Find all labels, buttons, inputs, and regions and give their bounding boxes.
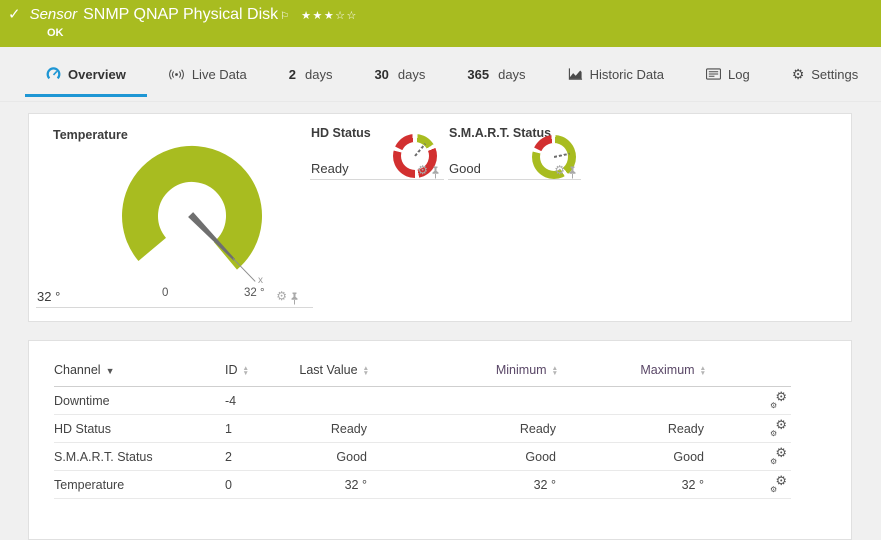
tab-2-days[interactable]: 2 days	[268, 47, 354, 101]
column-header-last-value[interactable]: Last Value ▲ ▼	[290, 363, 369, 387]
cell-minimum: Good	[369, 442, 558, 471]
column-header-maximum[interactable]: Maximum ▲ ▼	[558, 363, 706, 387]
historic-chart-icon	[568, 67, 583, 81]
gear-icon[interactable]	[417, 161, 428, 179]
tab-365-days[interactable]: 365 days	[446, 47, 546, 101]
pin-icon[interactable]	[290, 292, 299, 305]
tab-2-days-unit: days	[304, 66, 333, 82]
cell-id: 2	[225, 442, 290, 471]
channel-settings-gear-icon[interactable]	[770, 473, 787, 494]
priority-stars[interactable]: ★★★☆☆	[301, 9, 358, 22]
table-row[interactable]: Downtime -4	[54, 386, 791, 415]
gauge-icon	[46, 66, 61, 82]
sensor-header: ✓ Sensor SNMP QNAP Physical Disk ⚐ ★★★☆☆…	[0, 0, 881, 47]
table-row[interactable]: HD Status 1 Ready Ready Ready	[54, 414, 791, 443]
channel-settings-gear-icon[interactable]	[770, 389, 787, 410]
gauge-needle	[553, 152, 570, 158]
tab-historic-data[interactable]: Historic Data	[547, 47, 685, 101]
object-kind-label: Sensor	[29, 6, 78, 23]
sensor-title: SNMP QNAP Physical Disk	[83, 6, 279, 23]
tab-settings-label: Settings	[811, 66, 859, 82]
cell-channel[interactable]: HD Status	[54, 414, 225, 443]
cell-last-value: Ready	[290, 414, 369, 443]
tab-bar: Overview Live Data 2 days 30 days 365 da…	[0, 47, 881, 102]
overview-gauges-panel: Temperature x 0 32 ° 32 ° HD Status Read…	[28, 113, 852, 322]
channel-settings-gear-icon[interactable]	[770, 445, 787, 466]
tab-30-days[interactable]: 30 days	[353, 47, 446, 101]
cell-last-value: Good	[290, 442, 369, 471]
smart-status-gauge-tile: S.M.A.R.T. Status Good	[448, 122, 581, 180]
tab-2-days-number: 2	[288, 66, 296, 82]
cell-last-value	[290, 386, 369, 415]
tab-30-days-unit: days	[397, 66, 426, 82]
gauge-needle	[414, 143, 427, 157]
cell-id: 0	[225, 470, 290, 499]
cell-maximum: Good	[558, 442, 706, 471]
cell-channel[interactable]: Downtime	[54, 386, 225, 415]
cell-maximum	[558, 386, 706, 415]
table-row[interactable]: S.M.A.R.T. Status 2 Good Good Good	[54, 442, 791, 471]
tab-overview-label: Overview	[68, 66, 126, 82]
cell-minimum	[369, 386, 558, 415]
column-header-minimum[interactable]: Minimum ▲ ▼	[369, 363, 558, 387]
tab-log[interactable]: Log	[685, 47, 771, 101]
column-header-id[interactable]: ID ▲ ▼	[225, 363, 290, 387]
hd-status-value: Ready	[311, 161, 349, 176]
column-header-edit	[706, 363, 791, 387]
channel-settings-gear-icon[interactable]	[770, 417, 787, 438]
temperature-value: 32 °	[37, 289, 61, 304]
tab-live-data-label: Live Data	[191, 66, 247, 82]
sort-icon: ▲ ▼	[362, 364, 369, 377]
cell-id: 1	[225, 414, 290, 443]
pin-icon[interactable]	[431, 166, 440, 179]
cell-id: -4	[225, 386, 290, 415]
tab-historic-data-label: Historic Data	[589, 66, 664, 82]
temperature-gauge-tile: Temperature x 0 32 ° 32 °	[36, 122, 313, 308]
gear-icon[interactable]	[554, 161, 565, 179]
cell-channel[interactable]: Temperature	[54, 470, 225, 499]
sort-icon: ▲ ▼	[699, 364, 706, 377]
tab-overview[interactable]: Overview	[25, 47, 147, 101]
settings-gear-icon	[792, 66, 805, 83]
tab-30-days-number: 30	[374, 66, 389, 82]
table-row[interactable]: Temperature 0 32 ° 32 ° 32 °	[54, 470, 791, 499]
channel-table: Channel ▼ ID ▲ ▼ Last Value ▲ ▼ Minimum ▲ ▼ Max…	[54, 363, 791, 499]
tab-live-data[interactable]: Live Data	[147, 47, 268, 101]
gear-icon[interactable]	[276, 287, 287, 305]
column-header-channel[interactable]: Channel ▼	[54, 363, 225, 387]
gauge-needle-marker: x	[258, 275, 263, 286]
smart-status-value: Good	[449, 161, 481, 176]
table-header-row: Channel ▼ ID ▲ ▼ Last Value ▲ ▼ Minimum ▲ ▼ Max…	[54, 363, 791, 387]
cell-last-value: 32 °	[290, 470, 369, 499]
tab-settings[interactable]: Settings	[771, 47, 880, 101]
cell-maximum: 32 °	[558, 470, 706, 499]
sort-icon: ▲ ▼	[242, 364, 249, 377]
sort-desc-icon: ▼	[105, 366, 115, 376]
gauge-scale-min: 0	[162, 287, 169, 299]
cell-channel[interactable]: S.M.A.R.T. Status	[54, 442, 225, 471]
gauge-scale-max: 32 °	[244, 287, 265, 299]
tab-365-days-unit: days	[498, 66, 526, 82]
pin-icon[interactable]	[568, 166, 577, 179]
channel-table-panel: Channel ▼ ID ▲ ▼ Last Value ▲ ▼ Minimum ▲ ▼ Max…	[28, 340, 852, 540]
log-icon	[706, 68, 721, 80]
flag-icon[interactable]: ⚐	[280, 11, 289, 22]
cell-minimum: Ready	[369, 414, 558, 443]
sensor-status-badge: OK	[47, 27, 64, 39]
cell-minimum: 32 °	[369, 470, 558, 499]
status-check-icon: ✓	[8, 6, 21, 23]
cell-maximum: Ready	[558, 414, 706, 443]
live-data-icon	[168, 68, 185, 81]
tab-365-days-number: 365	[467, 66, 490, 82]
hd-status-gauge-tile: HD Status Ready	[310, 122, 444, 180]
tab-log-label: Log	[727, 66, 750, 82]
sort-icon: ▲ ▼	[551, 364, 558, 377]
